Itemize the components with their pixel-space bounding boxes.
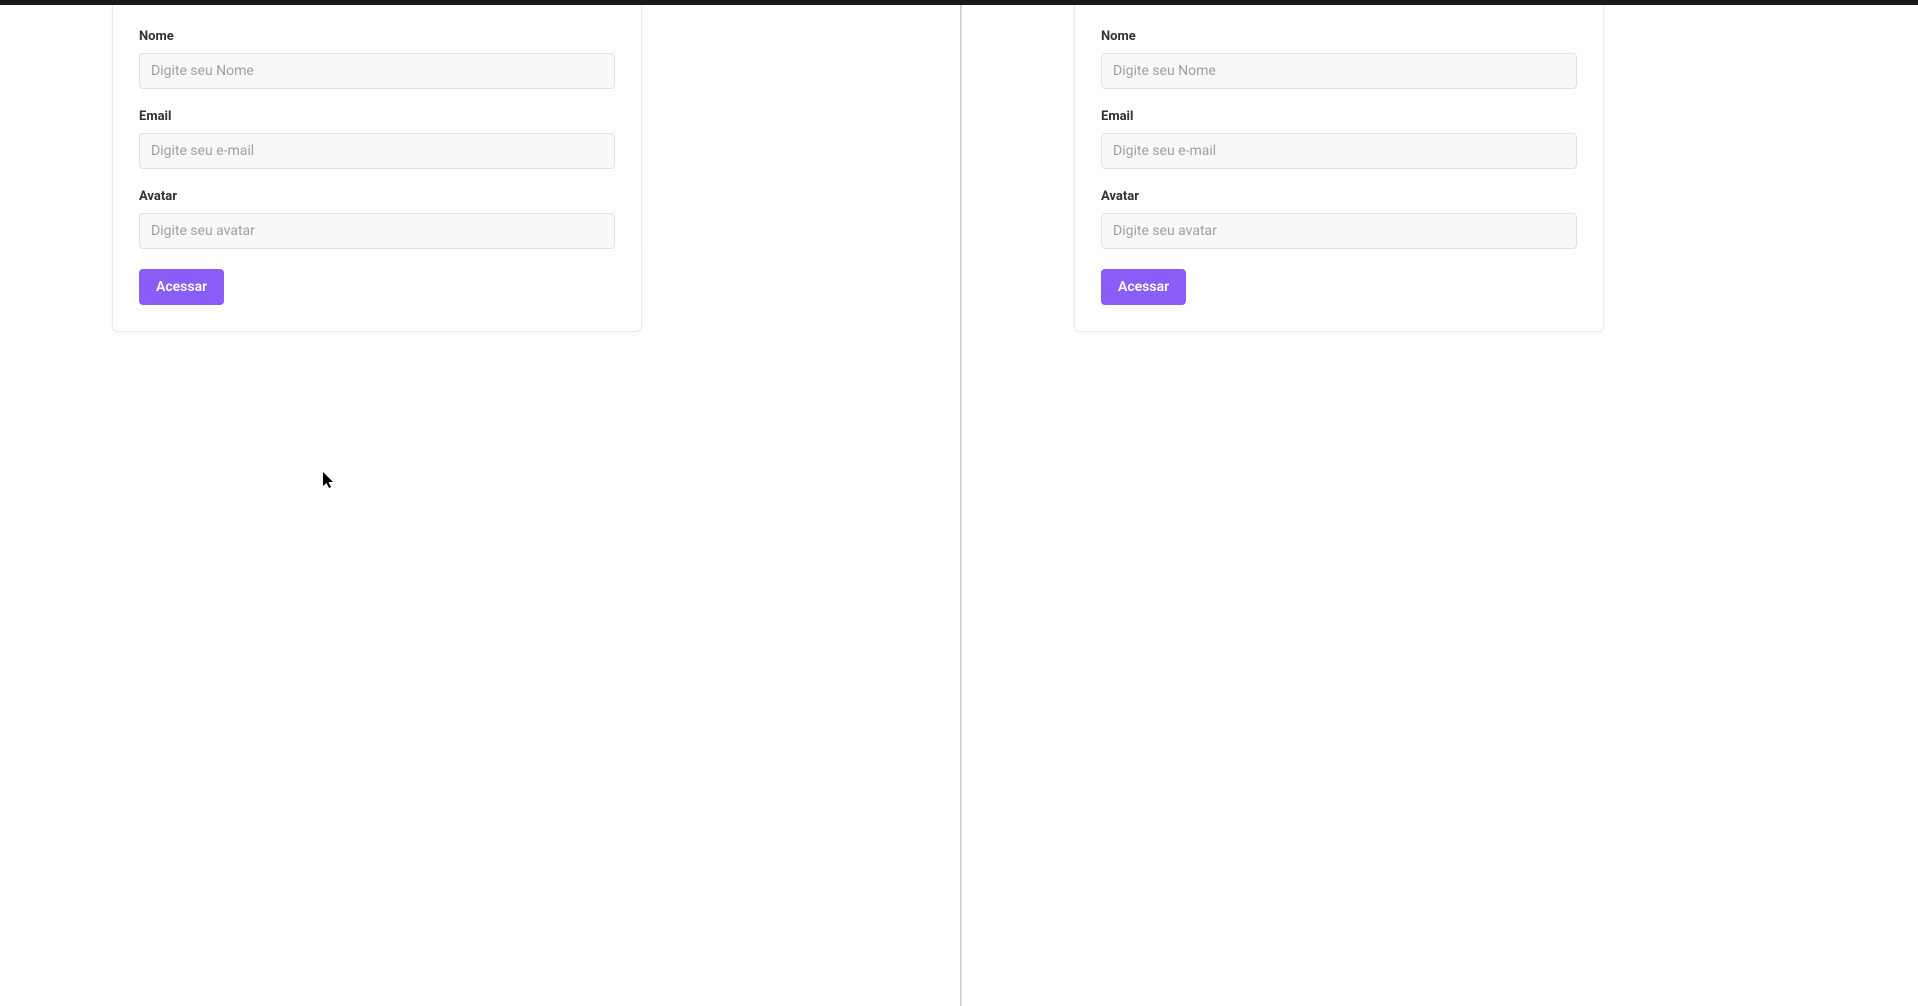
nome-label: Nome bbox=[139, 29, 615, 44]
form-group-avatar: Avatar bbox=[139, 189, 615, 249]
form-group-nome: Nome bbox=[139, 29, 615, 89]
email-label: Email bbox=[1101, 109, 1577, 124]
avatar-label: Avatar bbox=[139, 189, 615, 204]
nome-input[interactable] bbox=[1101, 53, 1577, 89]
form-group-email: Email bbox=[139, 109, 615, 169]
panel-right-inner: Nome Email Avatar Acessar bbox=[961, 5, 1918, 1006]
nome-label: Nome bbox=[1101, 29, 1577, 44]
form-group-nome: Nome bbox=[1101, 29, 1577, 89]
email-input[interactable] bbox=[139, 133, 615, 169]
main-container: Nome Email Avatar Acessar bbox=[0, 5, 1918, 1006]
submit-button[interactable]: Acessar bbox=[139, 269, 224, 305]
panel-right: Nome Email Avatar Acessar bbox=[961, 5, 1918, 1006]
panel-left: Nome Email Avatar Acessar bbox=[0, 5, 961, 1006]
form-group-email: Email bbox=[1101, 109, 1577, 169]
panel-left-inner: Nome Email Avatar Acessar bbox=[0, 5, 957, 1006]
avatar-input[interactable] bbox=[1101, 213, 1577, 249]
form-card-left: Nome Email Avatar Acessar bbox=[112, 5, 642, 332]
nome-input[interactable] bbox=[139, 53, 615, 89]
avatar-label: Avatar bbox=[1101, 189, 1577, 204]
form-group-avatar: Avatar bbox=[1101, 189, 1577, 249]
email-label: Email bbox=[139, 109, 615, 124]
email-input[interactable] bbox=[1101, 133, 1577, 169]
avatar-input[interactable] bbox=[139, 213, 615, 249]
submit-button[interactable]: Acessar bbox=[1101, 269, 1186, 305]
form-card-right: Nome Email Avatar Acessar bbox=[1074, 5, 1604, 332]
